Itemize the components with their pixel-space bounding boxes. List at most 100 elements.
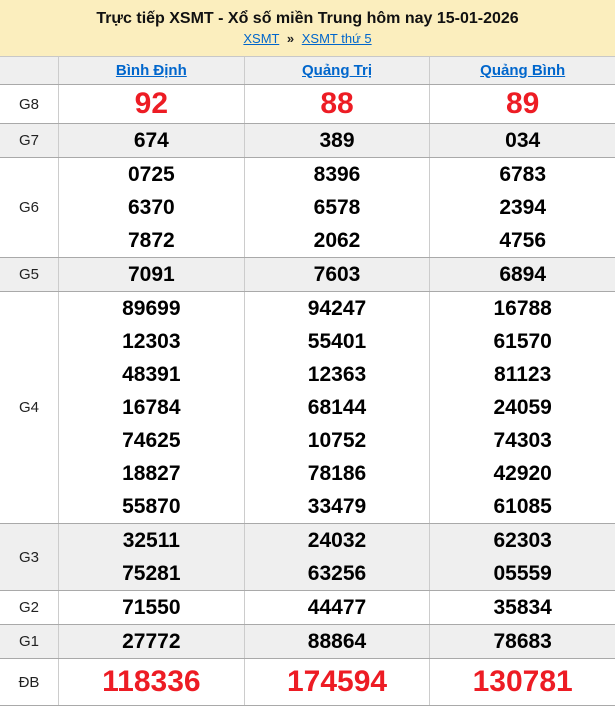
prize-value: 27772	[122, 630, 181, 653]
prize-values-col-0: 118336	[59, 659, 244, 705]
prize-value: 63256	[307, 562, 367, 585]
prize-row-g8: G8 92 88 89	[0, 84, 615, 123]
prize-row-g6: G6 0725 6370 7872 8396 6578 2062 6783 2394 4756	[0, 157, 615, 257]
prize-values-col-0: 92	[59, 85, 244, 123]
prize-value: 034	[505, 129, 541, 152]
prize-row-g7: G7 674 389 034	[0, 123, 615, 157]
prize-value: 55870	[122, 495, 181, 518]
prize-values-col-0: 7091	[59, 258, 244, 291]
prize-row-g2: G2 71550 44477 35834	[0, 590, 615, 624]
prize-value: 674	[133, 129, 169, 152]
prize-label: G5	[0, 258, 59, 291]
breadcrumb-link-xsmt[interactable]: XSMT	[243, 31, 279, 46]
prize-label: G2	[0, 591, 59, 624]
prize-value: 32511	[122, 529, 180, 552]
prize-value: 118336	[102, 665, 201, 698]
prize-value: 35834	[493, 596, 552, 619]
prize-value: 61085	[493, 495, 552, 518]
prize-values-col-2: 62303 05559	[429, 524, 615, 590]
prize-values-col-2: 034	[429, 124, 615, 157]
prize-values-col-1: 88	[243, 85, 430, 123]
prize-value: 33479	[307, 495, 367, 518]
prize-value: 2394	[499, 196, 547, 219]
prize-rows-container: G8 92 88 89 G7 674 389 034 G6 0725 6370 7872 8396 657…	[0, 84, 615, 705]
breadcrumb-separator: »	[286, 31, 295, 46]
prize-value: 88	[320, 87, 354, 120]
prize-values-col-1: 7603	[243, 258, 430, 291]
prize-row-db: ĐB 118336 174594 130781	[0, 658, 615, 705]
province-header-quang-binh: Quảng Bình	[429, 57, 615, 84]
prize-value: 24032	[307, 529, 367, 552]
prize-value: 75281	[122, 562, 181, 585]
prize-label: G6	[0, 158, 59, 257]
prize-value: 88864	[307, 630, 367, 653]
prize-values-col-0: 674	[59, 124, 244, 157]
prize-values-col-1: 24032 63256	[243, 524, 430, 590]
prize-values-col-2: 89	[429, 85, 615, 123]
prize-row-g4: G4 89699 12303 48391 16784 74625 18827 55870 942…	[0, 291, 615, 523]
prize-value: 61570	[493, 330, 552, 353]
province-header-quang-tri: Quảng Trị	[243, 57, 430, 84]
prize-label: G3	[0, 524, 59, 590]
prize-value: 4756	[499, 229, 547, 252]
prize-value: 8396	[313, 163, 361, 186]
prize-values-col-2: 35834	[429, 591, 615, 624]
prize-label: G7	[0, 124, 59, 157]
prize-value: 74625	[122, 429, 181, 452]
prize-value: 16788	[493, 297, 552, 320]
prize-value: 48391	[122, 363, 181, 386]
prize-value: 0725	[127, 163, 175, 186]
prize-values-col-2: 16788 61570 81123 24059 74303 42920 61085	[429, 292, 615, 523]
banner: Trực tiếp XSMT - Xổ số miền Trung hôm na…	[0, 0, 615, 57]
breadcrumb-link-xsmt-thu-5[interactable]: XSMT thứ 5	[302, 31, 372, 46]
prize-values-col-1: 8396 6578 2062	[243, 158, 430, 257]
province-link-quang-binh[interactable]: Quảng Bình	[480, 62, 565, 79]
prize-values-col-1: 389	[243, 124, 430, 157]
prize-value: 174594	[286, 665, 388, 698]
prize-value: 6783	[499, 163, 547, 186]
prize-value: 78683	[493, 630, 552, 653]
prize-value: 89699	[122, 297, 181, 320]
prize-value: 92	[134, 87, 169, 120]
prize-label: ĐB	[0, 659, 59, 705]
prize-values-col-0: 89699 12303 48391 16784 74625 18827 55870	[59, 292, 244, 523]
prize-row-g3: G3 32511 75281 24032 63256 62303 05559	[0, 523, 615, 590]
prize-value: 24059	[493, 396, 552, 419]
prize-values-col-0: 32511 75281	[59, 524, 244, 590]
prize-value: 68144	[307, 396, 367, 419]
prize-values-col-1: 174594	[243, 659, 430, 705]
province-header-binh-dinh: Bình Định	[59, 57, 244, 84]
prize-label: G8	[0, 85, 59, 123]
prize-value: 2062	[313, 229, 361, 252]
prize-label: G1	[0, 625, 59, 658]
prize-row-g1: G1 27772 88864 78683	[0, 624, 615, 658]
corner-cell	[0, 57, 59, 84]
prize-label: G4	[0, 292, 59, 523]
prize-value: 12303	[122, 330, 181, 353]
prize-values-col-2: 78683	[429, 625, 615, 658]
prize-values-col-0: 0725 6370 7872	[59, 158, 244, 257]
prize-value: 94247	[307, 297, 367, 320]
prize-values-col-1: 88864	[243, 625, 430, 658]
breadcrumb: XSMT » XSMT thứ 5	[243, 31, 371, 46]
prize-value: 389	[319, 129, 355, 152]
prize-value: 81123	[494, 363, 552, 386]
prize-values-col-2: 6783 2394 4756	[429, 158, 615, 257]
prize-value: 16784	[122, 396, 181, 419]
prize-value: 78186	[307, 462, 367, 485]
prize-value: 62303	[493, 529, 552, 552]
prize-values-col-2: 6894	[429, 258, 615, 291]
province-link-binh-dinh[interactable]: Bình Định	[116, 62, 187, 79]
prize-value: 6894	[499, 263, 547, 286]
prize-value: 05559	[493, 562, 552, 585]
prize-values-col-0: 27772	[59, 625, 244, 658]
prize-value: 7603	[313, 263, 361, 286]
prize-value: 71550	[122, 596, 181, 619]
prize-value: 6370	[127, 196, 175, 219]
province-link-quang-tri[interactable]: Quảng Trị	[302, 62, 372, 79]
prize-value: 130781	[472, 665, 573, 698]
prize-value: 42920	[493, 462, 552, 485]
prize-value: 74303	[493, 429, 552, 452]
prize-values-col-2: 130781	[429, 659, 615, 705]
prize-value: 6578	[313, 196, 361, 219]
